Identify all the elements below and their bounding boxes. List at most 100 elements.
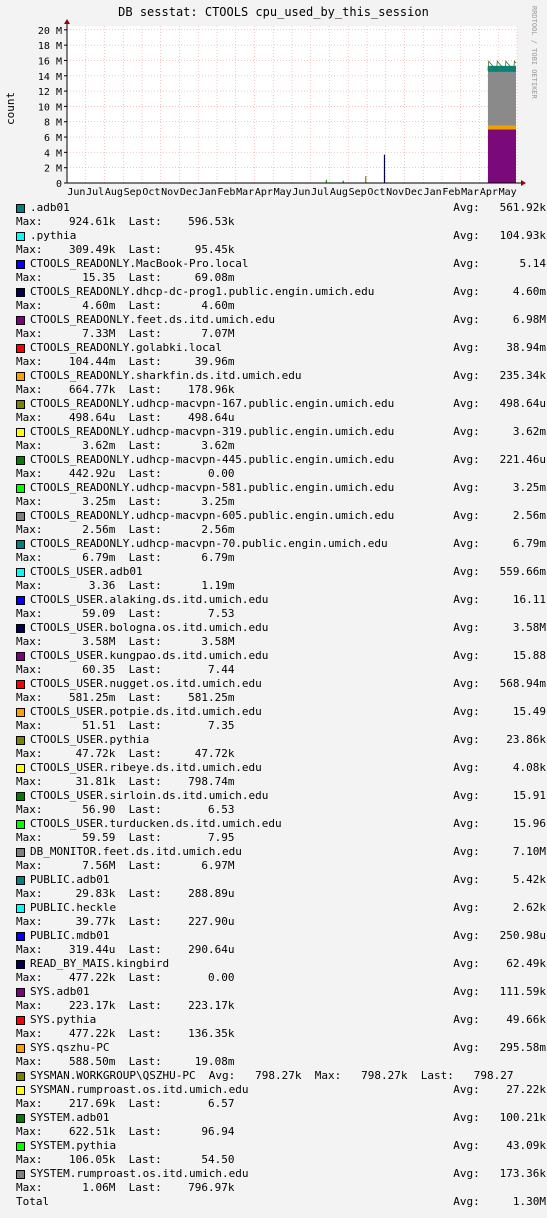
legend-series-name: SYS.adb01 (30, 985, 90, 998)
legend-series-name: SYS.qszhu-PC (30, 1041, 110, 1054)
legend-swatch (16, 736, 25, 745)
legend-series-name: CTOOLS_READONLY.sharkfin.ds.itd.umich.ed… (30, 369, 302, 382)
legend-stats: Max: 217.69k Last: 6.57 (16, 1097, 546, 1111)
legend-avg: Avg: 27.22k (453, 1083, 546, 1096)
legend-max-last: Max: 1.06M Last: 796.97k (16, 1181, 235, 1194)
legend-entry: CTOOLS_USER.pythia Avg: 23.86k (16, 733, 546, 747)
y-tick-label: 14 M (38, 72, 62, 83)
y-axis-arrow (64, 19, 70, 24)
legend-avg: Avg: 559.66m (453, 565, 546, 578)
legend-swatch (16, 316, 25, 325)
legend-swatch (16, 652, 25, 661)
legend-stats: Max: 104.44m Last: 39.96m (16, 355, 546, 369)
legend-max-last: Max: 924.61k Last: 596.53k (16, 215, 235, 228)
legend-entry: CTOOLS_READONLY.udhcp-macvpn-70.public.e… (16, 537, 546, 551)
y-tick-label: 0 (56, 179, 62, 190)
legend-max-last: Max: 104.44m Last: 39.96m (16, 355, 235, 368)
x-tick-label: Jul (311, 187, 329, 198)
legend-series-name: PUBLIC.mdb01 (30, 929, 110, 942)
y-tick-label: 18 M (38, 41, 62, 52)
legend-series-name: SYSTEM.adb01 (30, 1111, 110, 1124)
total-avg: Avg: 1.30M (453, 1195, 546, 1208)
legend-swatch (16, 708, 25, 717)
legend-max-last: Max: 442.92u Last: 0.00 (16, 467, 235, 480)
legend-stats: Max: 664.77k Last: 178.96k (16, 383, 546, 397)
legend-avg: Avg: 7.10M (453, 845, 546, 858)
legend-max-last: Max: 2.56m Last: 2.56m (16, 523, 235, 536)
legend-avg: Avg: 250.98u (453, 929, 546, 942)
legend-series-name: CTOOLS_USER.potpie.ds.itd.umich.edu (30, 705, 262, 718)
legend-max-last: Max: 498.64u Last: 498.64u (16, 411, 235, 424)
legend-series-name: .adb01 (30, 201, 70, 214)
legend-series-name: CTOOLS_READONLY.udhcp-macvpn-581.public.… (30, 481, 395, 494)
legend-avg: Avg: 5.14 (453, 257, 546, 270)
legend-max-last: Max: 664.77k Last: 178.96k (16, 383, 235, 396)
legend-max-last: Max: 56.90 Last: 6.53 (16, 803, 235, 816)
x-tick-label: May (499, 187, 517, 198)
y-tick-label: 12 M (38, 87, 62, 98)
legend-max-last: Max: 3.58M Last: 3.58M (16, 635, 235, 648)
legend-max-last: Max: 3.62m Last: 3.62m (16, 439, 235, 452)
x-tick-label: Apr (480, 187, 498, 198)
legend-stats: Max: 2.56m Last: 2.56m (16, 523, 546, 537)
legend-entry: SYS.pythia Avg: 49.66k (16, 1013, 546, 1027)
legend-max-last: Max: 15.35 Last: 69.08m (16, 271, 235, 284)
x-tick-label: Jun (292, 187, 310, 198)
legend-series-name: SYSMAN.rumproast.os.itd.umich.edu (30, 1083, 249, 1096)
legend-series-name: CTOOLS_USER.nugget.os.itd.umich.edu (30, 677, 262, 690)
legend-max-last: Max: 60.35 Last: 7.44 (16, 663, 235, 676)
legend-swatch (16, 1142, 25, 1151)
legend-max-last: Max: 29.83k Last: 288.89u (16, 887, 235, 900)
legend-stats: Max: 309.49k Last: 95.45k (16, 243, 546, 257)
legend-stats: Max: 3.58M Last: 3.58M (16, 635, 546, 649)
legend-max-last: Max: 581.25m Last: 581.25m (16, 691, 235, 704)
y-tick-label: 20 M (38, 26, 62, 37)
legend-entry: .adb01 Avg: 561.92k (16, 201, 546, 215)
legend-swatch (16, 260, 25, 269)
legend-stats: Max: 29.83k Last: 288.89u (16, 887, 546, 901)
legend-series-name: DB_MONITOR.feet.ds.itd.umich.edu (30, 845, 242, 858)
legend-stats: Max: 60.35 Last: 7.44 (16, 663, 546, 677)
legend-swatch (16, 568, 25, 577)
x-tick-label: Mar (236, 187, 254, 198)
legend-max-last: Max: 588.50m Last: 19.08m (16, 1055, 235, 1068)
legend-max-last: Max: 106.05k Last: 54.50 (16, 1153, 235, 1166)
legend-max-last: Max: 217.69k Last: 6.57 (16, 1097, 235, 1110)
legend-avg: Avg: 4.60m (453, 285, 546, 298)
legend-max-last: Max: 51.51 Last: 7.35 (16, 719, 235, 732)
data-spike (365, 176, 367, 183)
x-axis-arrow (521, 180, 526, 186)
legend-swatch (16, 988, 25, 997)
legend-max-last: Max: 3.25m Last: 3.25m (16, 495, 235, 508)
legend-stats: Max: 588.50m Last: 19.08m (16, 1055, 546, 1069)
legend-series-name: SYSMAN.WORKGROUP\QSZHU-PC Avg: 798.27k M… (30, 1069, 514, 1082)
legend-entry: CTOOLS_READONLY.udhcp-macvpn-167.public.… (16, 397, 546, 411)
x-tick-label: Nov (386, 187, 404, 198)
legend-avg: Avg: 16.11 (453, 593, 546, 606)
legend-stats: Max: 7.33M Last: 7.07M (16, 327, 546, 341)
legend-swatch (16, 624, 25, 633)
legend-avg: Avg: 15.91 (453, 789, 546, 802)
legend-swatch (16, 680, 25, 689)
legend-avg: Avg: 15.88 (453, 649, 546, 662)
legend-entry: PUBLIC.adb01 Avg: 5.42k (16, 873, 546, 887)
legend-series-name: CTOOLS_USER.ribeye.ds.itd.umich.edu (30, 761, 262, 774)
data-spike (383, 154, 386, 183)
legend-stats: Max: 31.81k Last: 798.74m (16, 775, 546, 789)
legend-stats: Max: 51.51 Last: 7.35 (16, 719, 546, 733)
legend-entry: CTOOLS_USER.turducken.ds.itd.umich.edu Av… (16, 817, 546, 831)
legend-entry: SYSTEM.adb01 Avg: 100.21k (16, 1111, 546, 1125)
legend-max-last: Max: 39.77k Last: 227.90u (16, 915, 235, 928)
legend-swatch (16, 1044, 25, 1053)
legend-entry: DB_MONITOR.feet.ds.itd.umich.edu Avg: 7.1… (16, 845, 546, 859)
legend-swatch (16, 1114, 25, 1123)
legend-swatch (16, 372, 25, 381)
legend-avg: Avg: 100.21k (453, 1111, 546, 1124)
legend-max-last: Max: 477.22k Last: 136.35k (16, 1027, 235, 1040)
legend-stats: Max: 56.90 Last: 6.53 (16, 803, 546, 817)
legend-max-last: Max: 319.44u Last: 290.64u (16, 943, 235, 956)
y-tick-label: 8 M (44, 118, 62, 129)
legend-max-last: Max: 59.09 Last: 7.53 (16, 607, 235, 620)
x-tick-label: Jun (67, 187, 85, 198)
legend-series-name: SYS.pythia (30, 1013, 97, 1026)
